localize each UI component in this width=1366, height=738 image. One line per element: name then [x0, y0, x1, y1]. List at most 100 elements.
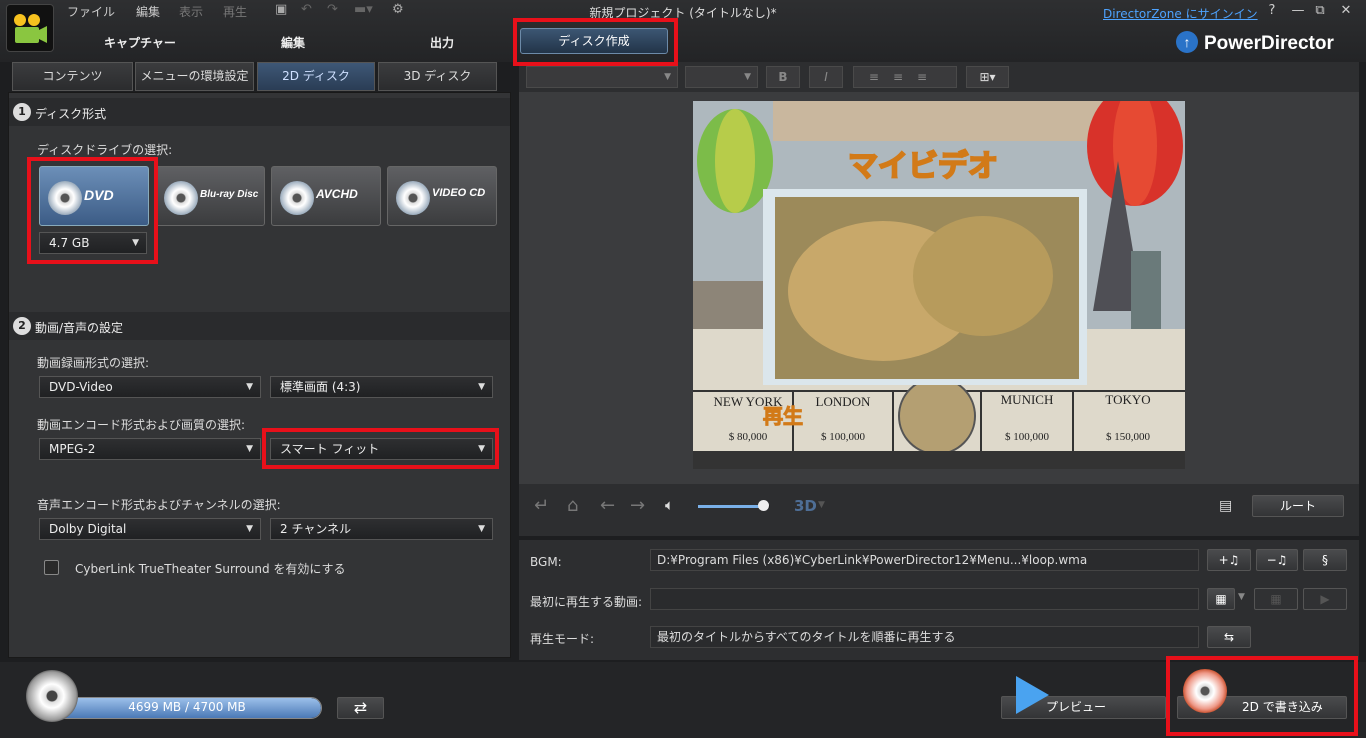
layout-icon[interactable]: ▬▾	[354, 2, 373, 17]
minimize-button[interactable]: —	[1289, 3, 1307, 18]
grid-icon: ⊞▾	[979, 70, 996, 84]
play-first-video-button[interactable]: ▶	[1303, 588, 1347, 610]
enter-icon[interactable]: ↵	[534, 495, 549, 516]
first-play-field[interactable]	[650, 588, 1199, 610]
safe-zone-icon[interactable]: ▤	[1219, 498, 1232, 514]
next-icon[interactable]: →	[630, 495, 645, 516]
close-button[interactable]: ✕	[1337, 3, 1355, 18]
chevron-down-icon: ▼	[744, 72, 751, 82]
directorzone-signin-link[interactable]: DirectorZone にサインイン	[1103, 5, 1258, 22]
chevron-down-icon[interactable]: ▼	[1238, 592, 1245, 602]
remove-bgm-button[interactable]: −♫	[1256, 549, 1298, 571]
play-icon: ▶	[1320, 592, 1330, 606]
burn-label: 2D で書き込み	[1242, 700, 1323, 714]
city-name: NEW YORK	[713, 394, 783, 409]
swap-button[interactable]: ⇄	[337, 697, 384, 719]
bgm-settings-button[interactable]: §	[1303, 549, 1347, 571]
volume-icon[interactable]: 🔈︎	[665, 496, 674, 514]
audio-format-select[interactable]: Dolby Digital	[39, 518, 261, 540]
chevron-down-icon[interactable]: ▼	[818, 500, 825, 510]
restore-button[interactable]: ⧉	[1311, 3, 1329, 18]
music-settings-icon: §	[1322, 553, 1328, 567]
redo-icon[interactable]: ↷	[327, 2, 338, 17]
add-bgm-button[interactable]: +♫	[1207, 549, 1251, 571]
encode-format-select[interactable]: MPEG-2	[39, 438, 261, 460]
alignment-buttons[interactable]: ≡≡≡	[853, 66, 957, 88]
encode-format-label: 動画エンコード形式および画質の選択:	[37, 418, 246, 432]
subtab-2d-disc[interactable]: 2D ディスク	[257, 62, 375, 91]
city-name: TOKYO	[1105, 392, 1151, 407]
remove-music-icon: −♫	[1266, 553, 1288, 567]
preview-label: プレビュー	[1046, 700, 1107, 714]
surround-label: CyberLink TrueTheater Surround を有効にする	[75, 562, 346, 576]
disc-size-select[interactable]: 4.7 GB	[39, 232, 147, 254]
dvd-disc-button[interactable]: DVD	[39, 166, 149, 226]
first-play-label: 最初に再生する動画:	[530, 595, 643, 609]
city-price: $ 150,000	[1106, 431, 1150, 443]
city-price: $ 100,000	[821, 431, 865, 443]
tab-disc-creation[interactable]: ディスク作成	[520, 28, 668, 54]
volume-slider-knob[interactable]	[757, 500, 769, 511]
swap-icon: ⇄	[353, 698, 368, 717]
aspect-ratio-select[interactable]: 標準画面 (4:3)	[270, 376, 493, 398]
help-button[interactable]: ?	[1263, 3, 1281, 18]
save-icon[interactable]: ▣	[275, 2, 287, 17]
quality-select[interactable]: スマート フィット	[270, 438, 493, 460]
add-first-video-button[interactable]: ▦	[1207, 588, 1235, 610]
menu-play[interactable]: 再生	[223, 3, 247, 20]
app-logo	[6, 4, 54, 52]
3d-mode-button[interactable]: 3D	[794, 497, 817, 515]
city-price: $ 80,000	[728, 431, 768, 443]
disc-icon	[26, 670, 78, 722]
grid-button[interactable]: ⊞▾	[966, 66, 1009, 88]
menu-view[interactable]: 表示	[179, 3, 203, 20]
italic-button[interactable]: I	[809, 66, 843, 88]
audio-channel-select[interactable]: 2 チャンネル	[270, 518, 493, 540]
menu-file[interactable]: ファイル	[67, 3, 115, 20]
menu-edit[interactable]: 編集	[136, 3, 160, 20]
capacity-text: 4699 MB / 4700 MB	[128, 700, 246, 714]
subtab-content[interactable]: コンテンツ	[12, 62, 133, 91]
previous-icon[interactable]: ←	[600, 495, 615, 516]
disc-icon	[48, 181, 82, 215]
tab-output[interactable]: 出力	[430, 34, 454, 51]
bold-icon: B	[778, 70, 788, 84]
window-title: 新規プロジェクト (タイトルなし)*	[589, 6, 777, 20]
section-number: 1	[13, 103, 31, 121]
section-title: 動画/音声の設定	[35, 321, 124, 335]
record-format-select[interactable]: DVD-Video	[39, 376, 261, 398]
remove-first-video-button[interactable]: ▦	[1254, 588, 1298, 610]
font-size-select[interactable]: ▼	[685, 66, 758, 88]
play-mode-button[interactable]: ⇆	[1207, 626, 1251, 648]
subtab-3d-disc[interactable]: 3D ディスク	[378, 62, 497, 91]
font-select[interactable]: ▼	[526, 66, 678, 88]
align-icons: ≡≡≡	[868, 70, 942, 84]
undo-icon[interactable]: ↶	[301, 2, 312, 17]
bgm-path-field[interactable]: D:¥Program Files (x86)¥CyberLink¥PowerDi…	[650, 549, 1199, 571]
bold-button[interactable]: B	[766, 66, 800, 88]
play-mode-label: 再生モード:	[530, 632, 595, 646]
upgrade-arrow-icon[interactable]: ↑	[1176, 31, 1198, 53]
settings-gear-icon[interactable]: ⚙	[392, 2, 404, 17]
bluray-disc-button[interactable]: Blu-ray Disc	[155, 166, 265, 226]
subtab-menu-settings[interactable]: メニューの環境設定	[135, 62, 254, 91]
play-mode-icon: ⇆	[1223, 630, 1235, 644]
city-name: LONDON	[815, 394, 871, 409]
section-number: 2	[13, 317, 31, 335]
avchd-label: AVCHD	[316, 187, 358, 201]
dvd-label: DVD	[84, 187, 114, 203]
root-button[interactable]: ルート	[1252, 495, 1344, 517]
tab-edit[interactable]: 編集	[281, 34, 305, 51]
brand-name: PowerDirector	[1204, 33, 1334, 54]
play-mode-field[interactable]: 最初のタイトルからすべてのタイトルを順番に再生する	[650, 626, 1199, 648]
vcd-disc-button[interactable]: VIDEO CD	[387, 166, 497, 226]
bgm-label: BGM:	[530, 555, 562, 569]
menu-title-text: マイビデオ	[847, 148, 999, 185]
record-format-label: 動画録画形式の選択:	[37, 356, 150, 370]
surround-checkbox[interactable]	[44, 560, 59, 575]
section-av-settings-header: 2 動画/音声の設定	[9, 312, 510, 340]
home-icon[interactable]: ⌂	[567, 495, 578, 516]
audio-format-label: 音声エンコード形式およびチャンネルの選択:	[37, 498, 281, 512]
avchd-disc-button[interactable]: AVCHD	[271, 166, 381, 226]
tab-capture[interactable]: キャプチャー	[104, 34, 176, 51]
